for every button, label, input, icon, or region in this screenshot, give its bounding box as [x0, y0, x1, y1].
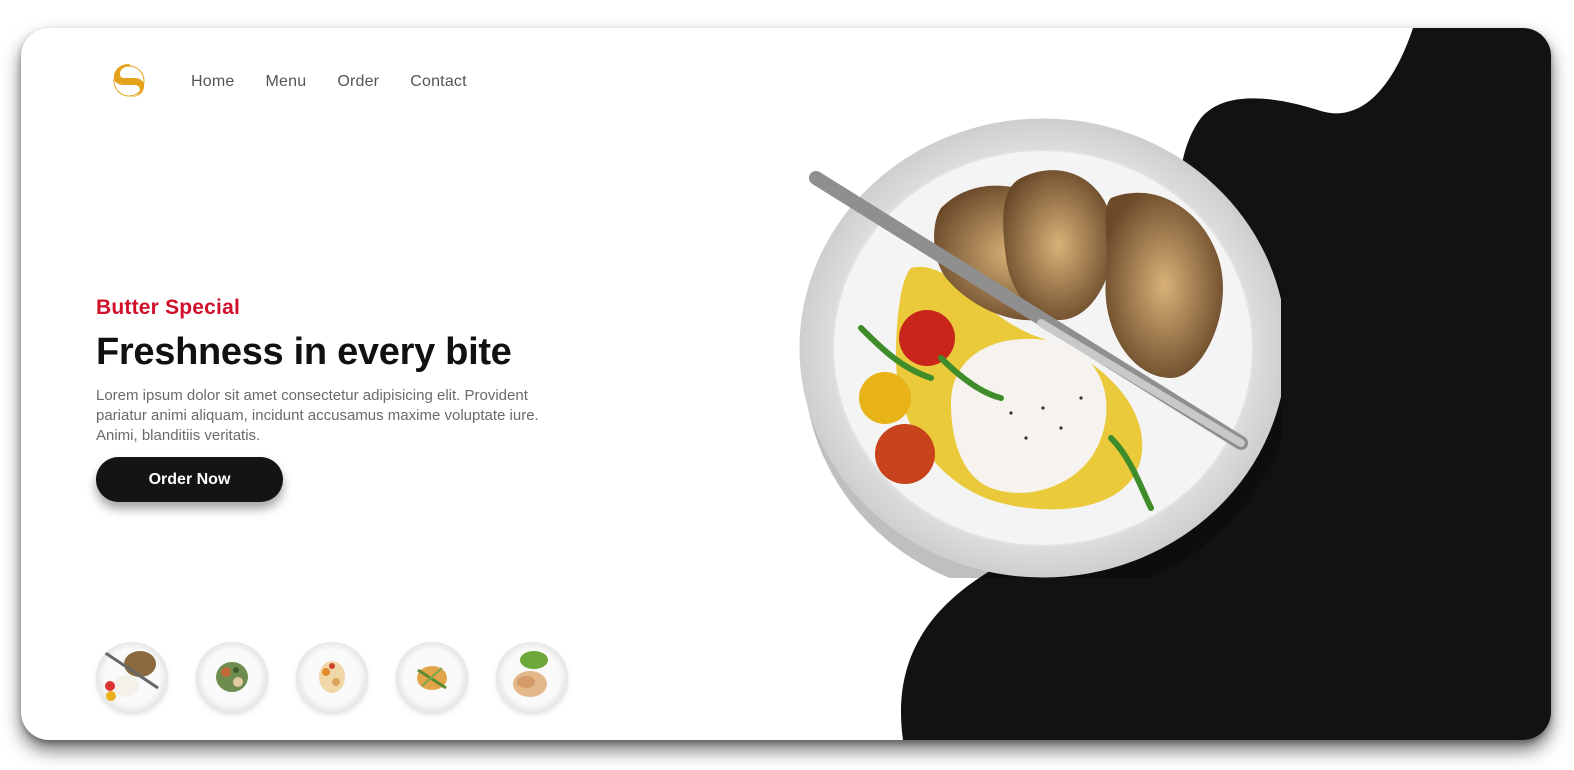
nav-order[interactable]: Order: [337, 73, 379, 91]
thumb-grilled-fish[interactable]: [396, 642, 468, 712]
landing-card: Home Menu Order Contact Butter Special F…: [21, 28, 1551, 740]
hero-kicker: Butter Special: [96, 296, 241, 319]
thumb-chicken[interactable]: [496, 642, 568, 712]
main-nav: Home Menu Order Contact: [191, 73, 467, 91]
brand-logo-icon[interactable]: [110, 62, 148, 100]
order-now-button[interactable]: Order Now: [96, 457, 283, 502]
hero-description: Lorem ipsum dolor sit amet consectetur a…: [96, 387, 539, 444]
nav-home[interactable]: Home: [191, 73, 234, 91]
nav-menu[interactable]: Menu: [265, 73, 306, 91]
nav-contact[interactable]: Contact: [410, 73, 467, 91]
thumb-pasta[interactable]: [296, 642, 368, 712]
thumb-salad[interactable]: [196, 642, 268, 712]
dish-gallery: [96, 642, 568, 712]
hero-dish-image: [781, 108, 1294, 598]
hero-section: Butter Special Freshness in every bite L…: [96, 296, 566, 446]
hero-title: Freshness in every bite: [96, 331, 512, 373]
thumb-bread-burrata[interactable]: [96, 642, 168, 712]
